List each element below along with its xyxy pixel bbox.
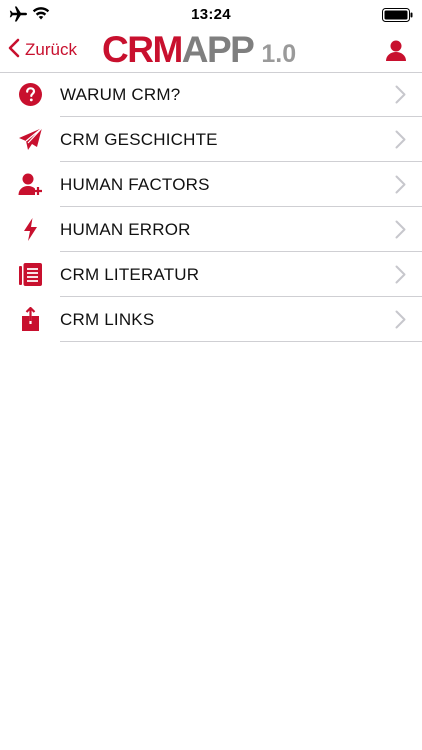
chevron-right-icon xyxy=(395,85,406,104)
user-icon xyxy=(384,40,408,66)
paper-plane-icon xyxy=(18,127,43,152)
chevron-right-icon xyxy=(395,265,406,284)
menu-item-label: CRM LITERATUR xyxy=(60,265,200,284)
menu-item-label: CRM GESCHICHTE xyxy=(60,130,218,149)
chevron-right-icon xyxy=(395,310,406,329)
logo-app: APP xyxy=(181,29,255,70)
menu-item-crm-links[interactable]: CRM LINKS xyxy=(0,297,422,342)
question-circle-icon xyxy=(18,82,43,107)
menu-item-crm-literatur[interactable]: CRM LITERATUR xyxy=(0,252,422,297)
menu-item-warum-crm[interactable]: WARUM CRM? xyxy=(0,72,422,117)
logo-version: 1.0 xyxy=(261,40,297,68)
user-button[interactable] xyxy=(384,38,408,62)
menu-item-label: HUMAN FACTORS xyxy=(60,175,210,194)
menu-item-human-factors[interactable]: HUMAN FACTORS xyxy=(0,162,422,207)
status-time: 13:24 xyxy=(191,6,231,23)
navigation-bar: Zurück CRM APP 1.0 xyxy=(0,28,422,73)
menu-item-label: WARUM CRM? xyxy=(60,85,181,104)
back-label: Zurück xyxy=(25,40,77,59)
lightning-bolt-icon xyxy=(18,217,43,242)
document-list-icon xyxy=(18,262,43,287)
chevron-left-icon xyxy=(8,38,20,63)
status-bar: 13:24 xyxy=(0,0,422,28)
chevron-right-icon xyxy=(395,175,406,194)
menu-item-label: HUMAN ERROR xyxy=(60,220,191,239)
user-plus-icon xyxy=(18,172,43,197)
battery-icon xyxy=(382,8,414,27)
logo-crm: CRM xyxy=(102,29,183,70)
menu-item-crm-geschichte[interactable]: CRM GESCHICHTE xyxy=(0,117,422,162)
menu-list: WARUM CRM? CRM GESCHICHTE HUMAN FACTORS … xyxy=(0,72,422,342)
menu-item-label: CRM LINKS xyxy=(60,310,155,329)
chevron-right-icon xyxy=(395,130,406,149)
back-button[interactable]: Zurück xyxy=(8,36,77,64)
chevron-right-icon xyxy=(395,220,406,239)
menu-item-human-error[interactable]: HUMAN ERROR xyxy=(0,207,422,252)
app-logo: CRM APP 1.0 xyxy=(102,29,297,70)
share-icon xyxy=(18,306,43,332)
